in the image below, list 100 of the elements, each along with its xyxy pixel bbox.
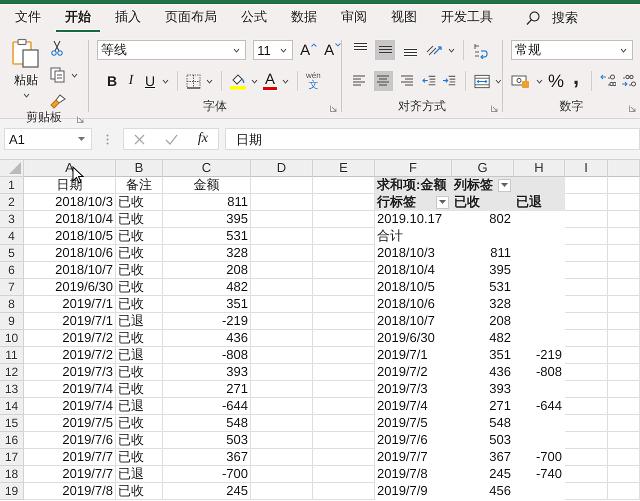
column-header[interactable]: D [251, 160, 313, 177]
table-cell: 456 [452, 483, 514, 500]
row-header[interactable]: 7 [0, 279, 24, 296]
paste-button[interactable]: 粘贴 [12, 38, 40, 100]
search-button[interactable]: 搜索 [526, 9, 578, 27]
ribbon-tab[interactable]: 公式 [232, 4, 276, 32]
row-header[interactable]: 19 [0, 483, 24, 500]
filter-dropdown-button[interactable] [436, 196, 449, 208]
empty-cell [251, 211, 313, 228]
font-size-dropdown[interactable]: 11 [253, 40, 294, 60]
ribbon-tab[interactable]: 审阅 [332, 4, 376, 32]
row-header[interactable]: 1 [0, 177, 24, 194]
row-header[interactable]: 2 [0, 194, 24, 211]
row-header[interactable]: 17 [0, 449, 24, 466]
empty-cell [565, 296, 608, 313]
row-header[interactable]: 12 [0, 364, 24, 381]
column-header[interactable]: B [116, 160, 163, 177]
table-cell: 2018/10/4 [24, 211, 116, 228]
caret-icon[interactable] [206, 78, 213, 84]
row-header[interactable]: 11 [0, 347, 24, 364]
paintbrush-icon[interactable] [50, 94, 66, 109]
comma-style-button[interactable]: , [569, 71, 584, 91]
dialog-launcher-icon[interactable] [491, 105, 498, 112]
empty-cell [251, 364, 313, 381]
merge-cells-icon[interactable] [474, 74, 490, 88]
row-header[interactable]: 18 [0, 466, 24, 483]
empty-cell [565, 398, 608, 415]
row-header[interactable]: 4 [0, 228, 24, 245]
column-header[interactable]: C [163, 160, 251, 177]
table-cell: 245 [452, 466, 514, 483]
row-header[interactable]: 6 [0, 262, 24, 279]
row-header[interactable]: 8 [0, 296, 24, 313]
formula-field[interactable]: 日期 [225, 128, 640, 150]
caret-icon[interactable] [536, 78, 543, 84]
fill-color-icon[interactable] [230, 72, 246, 90]
font-name-dropdown[interactable]: 等线 [97, 40, 246, 60]
table-cell: 208 [163, 262, 251, 279]
caret-icon[interactable] [282, 78, 290, 84]
increase-decimal-icon[interactable] [600, 73, 616, 89]
decrease-decimal-icon[interactable] [621, 73, 638, 89]
caret-icon[interactable] [448, 48, 455, 52]
ribbon-tab[interactable]: 插入 [106, 4, 150, 32]
empty-cell [565, 262, 608, 279]
dialog-launcher-icon[interactable] [77, 116, 84, 123]
ribbon-tab[interactable]: 页面布局 [156, 4, 226, 32]
empty-cell [251, 483, 313, 500]
row-header[interactable]: 13 [0, 381, 24, 398]
phonetic-button[interactable]: wén 文 [306, 71, 321, 91]
font-color-button[interactable]: A [263, 72, 278, 90]
horizontal-align-button[interactable] [374, 71, 393, 91]
shrink-font-button[interactable]: A [324, 40, 341, 60]
copy-icon[interactable] [50, 67, 66, 83]
bold-button[interactable]: B [105, 71, 119, 91]
table-cell: 811 [163, 194, 251, 211]
italic-button[interactable]: I [124, 71, 138, 91]
row-header[interactable]: 14 [0, 398, 24, 415]
ribbon-tab[interactable]: 开发工具 [432, 4, 502, 32]
check-icon[interactable] [164, 134, 178, 144]
row-header[interactable]: 5 [0, 245, 24, 262]
table-cell: 802 [452, 211, 514, 228]
row-header[interactable]: 10 [0, 330, 24, 347]
insert-function-button[interactable]: fx [198, 131, 208, 147]
caret-up-icon [311, 43, 318, 47]
ribbon-tab[interactable]: 数据 [282, 4, 326, 32]
caret-icon[interactable] [251, 78, 258, 84]
increase-indent-icon[interactable] [442, 74, 458, 88]
dialog-launcher-icon[interactable] [330, 105, 337, 112]
borders-icon[interactable] [186, 74, 201, 88]
row-header[interactable]: 15 [0, 415, 24, 432]
dialog-launcher-icon[interactable] [629, 105, 636, 112]
scissors-icon[interactable] [50, 40, 64, 56]
underline-button[interactable]: U [143, 71, 157, 91]
align-lines-icon [351, 74, 368, 88]
table-cell: -644 [514, 398, 565, 415]
number-format-dropdown[interactable]: 常规 [511, 40, 633, 60]
name-box[interactable]: A1 [4, 128, 92, 150]
table-cell: 已收 [116, 194, 163, 211]
caret-icon[interactable] [162, 78, 169, 84]
row-header[interactable]: 9 [0, 313, 24, 330]
decrease-indent-icon[interactable] [422, 74, 438, 88]
drag-handle-icon[interactable] [106, 134, 109, 144]
caret-icon[interactable] [71, 72, 78, 78]
caret-icon[interactable] [495, 78, 502, 84]
wrap-text-icon[interactable] [472, 42, 488, 58]
ribbon-tab[interactable]: 视图 [382, 4, 426, 32]
empty-cell [608, 194, 640, 211]
vertical-align-button[interactable] [375, 40, 395, 60]
row-header[interactable]: 3 [0, 211, 24, 228]
percent-button[interactable]: % [548, 71, 564, 91]
filter-dropdown-button[interactable] [498, 178, 511, 192]
column-header[interactable]: I [565, 160, 608, 177]
column-header[interactable]: E [313, 160, 375, 177]
table-cell: 已收 [116, 483, 163, 500]
empty-cell [313, 228, 375, 245]
row-header[interactable]: 16 [0, 432, 24, 449]
grow-font-button[interactable]: A [300, 40, 318, 60]
empty-cell [313, 245, 375, 262]
ribbon-tab[interactable]: 文件 [6, 4, 50, 32]
pivot-header-cell: 求和项:金额 [375, 177, 452, 194]
currency-format-icon[interactable] [511, 73, 531, 89]
